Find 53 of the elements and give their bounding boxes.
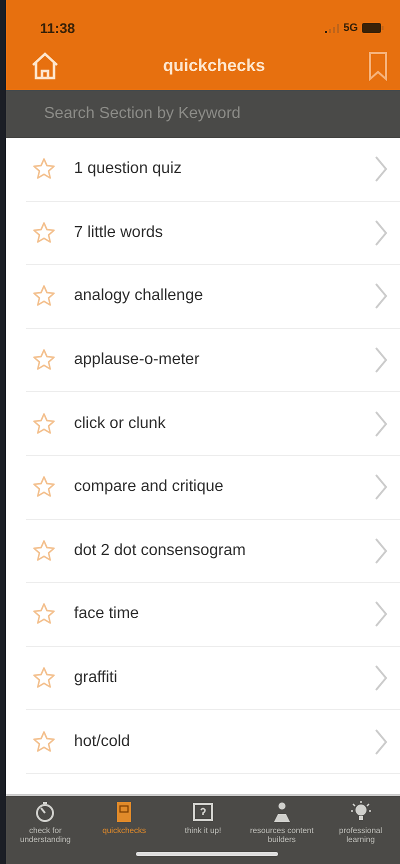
tab-button[interactable]: check for understanding: [6, 796, 85, 864]
star-icon[interactable]: [32, 730, 56, 754]
battery-icon: [362, 23, 384, 33]
item-label: hot/cold: [74, 732, 132, 752]
tab-button[interactable]: think it up!: [164, 796, 242, 864]
star-icon[interactable]: [32, 538, 56, 563]
item-label: face time: [74, 604, 140, 624]
item-label: graffiti: [74, 668, 118, 688]
item-label: 7 little words: [74, 222, 164, 243]
item-label: 1 question quiz: [74, 159, 183, 180]
bookmark-button[interactable]: [368, 51, 388, 81]
chevron-icon: [374, 728, 388, 756]
chevron-icon: [374, 664, 388, 692]
list-item[interactable]: face time: [26, 583, 400, 647]
star-icon[interactable]: [32, 602, 56, 626]
star-icon[interactable]: [32, 666, 56, 690]
list-item[interactable]: applause-o-meter: [26, 328, 400, 392]
chevron-icon: [374, 346, 388, 374]
item-label: applause-o-meter: [74, 350, 200, 370]
list-item[interactable]: dot 2 dot consensogram: [26, 520, 400, 584]
list-item[interactable]: analogy challenge: [26, 265, 400, 329]
tab-button[interactable]: resources content builders: [242, 796, 322, 864]
list-item[interactable]: 7 little words: [26, 202, 400, 266]
chevron-icon: [374, 600, 388, 628]
network-label: 5G: [343, 20, 358, 36]
signal-icon: [325, 24, 340, 32]
chevron-icon: [374, 282, 388, 310]
star-icon[interactable]: [32, 220, 56, 245]
star-icon[interactable]: [32, 412, 56, 436]
star-icon[interactable]: [32, 284, 56, 308]
page-title: quickchecks: [162, 55, 266, 78]
chevron-icon: [374, 536, 388, 565]
search-field[interactable]: Search Section by Keyword: [6, 90, 400, 138]
question-icon: [190, 800, 215, 824]
list-item[interactable]: click or clunk: [26, 392, 400, 456]
star-icon[interactable]: [32, 348, 56, 372]
chevron-icon: [374, 410, 388, 438]
list-item[interactable]: hot/cold: [26, 710, 400, 774]
list-item[interactable]: compare and critique: [26, 456, 400, 520]
chevron-icon: [374, 155, 388, 184]
tab-button[interactable]: professional learning: [321, 796, 400, 864]
item-label: compare and critique: [74, 477, 224, 498]
item-label: dot 2 dot consensogram: [74, 540, 247, 561]
list-item[interactable]: 1 question quiz: [26, 138, 400, 202]
chevron-icon: [374, 218, 388, 247]
item-label: analogy challenge: [74, 286, 204, 306]
status-time: 11:38: [40, 18, 76, 38]
star-icon[interactable]: [32, 157, 56, 182]
home-button[interactable]: [30, 51, 60, 81]
chevron-icon: [374, 473, 388, 502]
list-item[interactable]: graffiti: [26, 646, 400, 710]
item-label: click or clunk: [74, 414, 167, 434]
star-icon[interactable]: [32, 475, 56, 500]
